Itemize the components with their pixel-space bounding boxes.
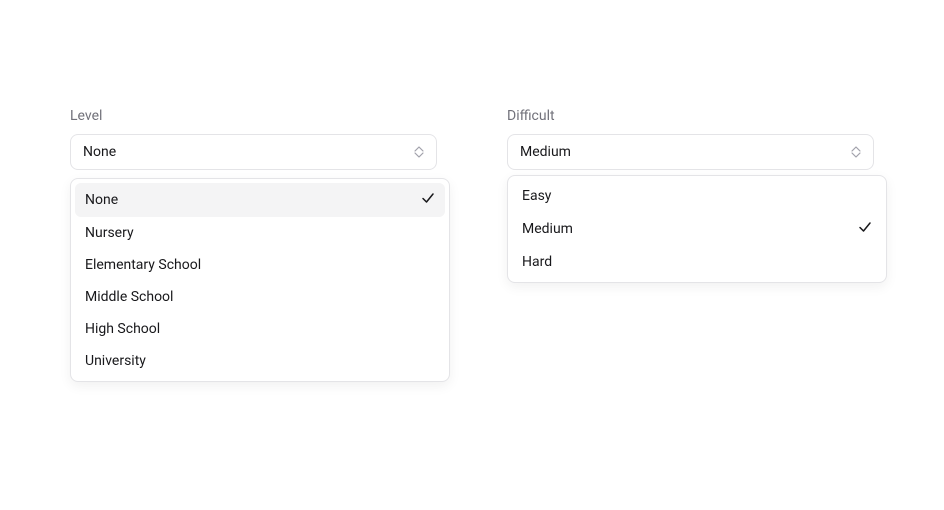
difficult-option[interactable]: Medium — [512, 212, 882, 246]
check-icon — [421, 191, 435, 209]
option-label: Medium — [522, 221, 573, 237]
level-option[interactable]: University — [75, 345, 445, 377]
option-label: University — [85, 353, 146, 369]
difficult-selected-value: Medium — [520, 144, 571, 160]
difficult-label: Difficult — [507, 108, 874, 124]
option-label: High School — [85, 321, 160, 337]
difficult-option[interactable]: Easy — [512, 180, 882, 212]
level-dropdown: None Nursery Elementary School Middle Schoo… — [70, 178, 450, 382]
option-label: None — [85, 192, 118, 208]
option-label: Easy — [522, 188, 551, 204]
level-option[interactable]: Nursery — [75, 217, 445, 249]
option-label: Elementary School — [85, 257, 201, 273]
chevron-up-down-icon — [851, 146, 861, 158]
level-label: Level — [70, 108, 437, 124]
level-field: Level None NoneNurseryElementary SchoolM… — [70, 108, 437, 170]
chevron-up-down-icon — [414, 146, 424, 158]
level-option[interactable]: None — [75, 183, 445, 217]
difficult-select-trigger[interactable]: Medium — [507, 134, 874, 170]
difficult-option[interactable]: Hard — [512, 246, 882, 278]
option-label: Nursery — [85, 225, 134, 241]
level-select-trigger[interactable]: None — [70, 134, 437, 170]
level-option[interactable]: Elementary School — [75, 249, 445, 281]
option-label: Middle School — [85, 289, 173, 305]
level-option[interactable]: High School — [75, 313, 445, 345]
difficult-dropdown: Easy Medium Hard — [507, 175, 887, 283]
check-icon — [858, 220, 872, 238]
level-selected-value: None — [83, 144, 116, 160]
difficult-field: Difficult Medium EasyMediumHard — [507, 108, 874, 170]
level-option[interactable]: Middle School — [75, 281, 445, 313]
option-label: Hard — [522, 254, 552, 270]
